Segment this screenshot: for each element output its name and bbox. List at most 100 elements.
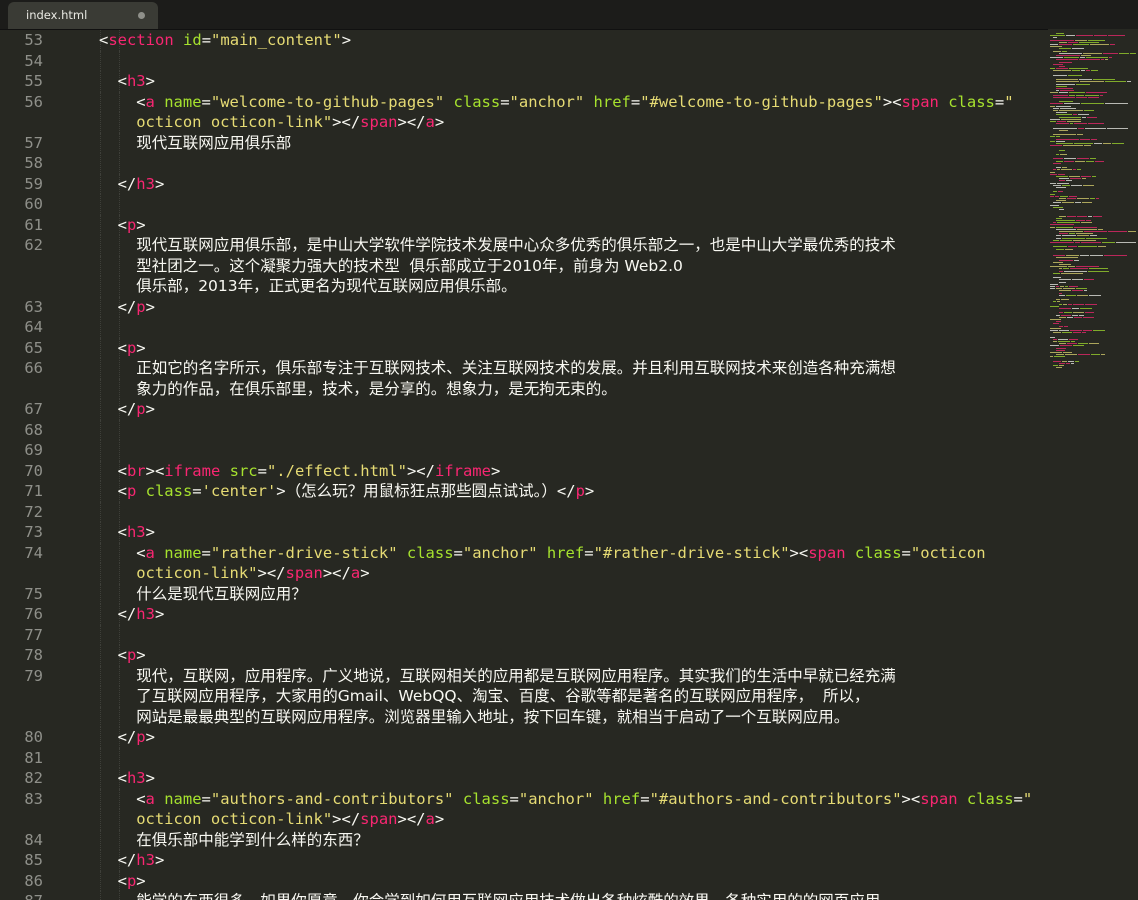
code-line[interactable]: 79 现代，互联网，应用程序。广义地说，互联网相关的应用都是互联网应用程序。其实我… [0,665,1048,686]
indent-guide [100,747,101,768]
minimap[interactable] [1048,29,1138,900]
code-line[interactable]: 俱乐部，2013年，正式更名为现代互联网应用俱乐部。 [0,276,1048,297]
minimap-stroke [1060,107,1076,109]
code-line[interactable]: 75 什么是现代互联网应用？ [0,583,1048,604]
minimap-stroke [1073,345,1084,347]
tab-bar: index.html [0,0,1138,30]
file-tab[interactable]: index.html [8,2,158,29]
minimap-stroke [1053,202,1061,204]
minimap-stroke [1075,160,1085,162]
indent-guide [100,50,101,71]
code-line[interactable]: 85 </h3> [0,850,1048,871]
minimap-stroke [1108,35,1125,37]
code-token-pun: > [136,871,146,890]
code-line[interactable]: 59 </h3> [0,173,1048,194]
code-line[interactable]: 73 <h3> [0,522,1048,543]
code-line[interactable]: 82 <h3> [0,768,1048,789]
code-token-tag: p [126,871,137,890]
code-line[interactable]: 网站是最最典型的互联网应用程序。浏览器里输入地址，按下回车键，就相当于启动了一个… [0,706,1048,727]
code-line[interactable]: 70 <br><iframe src="./effect.html"></ifra… [0,460,1048,481]
code-line[interactable]: 69 [0,440,1048,461]
code-line[interactable]: 56 <a name="welcome-to-github-pages" clas… [0,91,1048,112]
minimap-stroke [1059,180,1065,182]
code-line[interactable]: octicon octicon-link"></span></a> [0,809,1048,830]
code-line[interactable]: 84 在俱乐部中能学到什么样的东西？ [0,829,1048,850]
code-line[interactable]: 54 [0,50,1048,71]
indent-guide [100,624,101,645]
minimap-stroke [1056,286,1059,287]
code-line[interactable]: 62 现代互联网应用俱乐部，是中山大学软件学院技术发展中心众多优秀的俱乐部之一，也… [0,235,1048,256]
code-line[interactable]: 型社团之一。这个凝聚力强大的技术型 俱乐部成立于2010年，前身为 Web2.0 [0,255,1048,276]
minimap-stroke [1116,242,1136,243]
code-line[interactable]: 68 [0,419,1048,440]
minimap-stroke [1064,160,1074,162]
code-token-tag: p [126,646,137,664]
minimap-stroke [1064,312,1072,314]
unsaved-dot-icon[interactable] [138,12,145,19]
code-line[interactable]: 63 </p> [0,296,1048,317]
minimap-stroke [1058,173,1065,175]
minimap-stroke [1094,143,1102,144]
line-number: 56 [24,92,43,111]
code-line[interactable]: 72 [0,501,1048,522]
minimap-stroke [1050,145,1062,147]
code-token-pun: > [145,523,155,541]
code-token-pun: < [117,338,127,357]
code-line[interactable]: 67 </p> [0,399,1048,420]
code-token-str: "anchor" [518,789,594,808]
minimap-stroke [1053,206,1063,208]
code-line[interactable]: 58 [0,153,1048,174]
code-line[interactable]: 76 </h3> [0,604,1048,625]
code-line[interactable]: 53 <section id="main_content"> [0,30,1048,51]
code-line[interactable]: 60 [0,194,1048,215]
minimap-stroke [1056,33,1064,34]
code-line[interactable]: 61 <p> [0,214,1048,235]
minimap-stroke [1096,198,1099,199]
code-token-pun: </ [117,605,137,623]
code-editor[interactable]: 53 <section id="main_content"> 54 55 <h3> 56 <… [0,30,1048,900]
code-line[interactable]: 64 [0,317,1048,338]
minimap-stroke [1069,233,1075,235]
minimap-stroke [1050,266,1067,268]
minimap-stroke [1059,259,1073,261]
minimap-stroke [1073,169,1076,171]
code-text: <p> [118,645,146,666]
code-text: <section id="main_content"> [99,30,351,51]
minimap-stroke [1081,55,1091,56]
code-token-tag: span [901,92,939,111]
code-line[interactable]: 86 <p> [0,870,1048,891]
code-line[interactable]: 57 现代互联网应用俱乐部 [0,132,1048,153]
minimap-stroke [1062,50,1067,52]
code-line[interactable]: 66 正如它的名字所示，俱乐部专注于互联网技术、关注互联网技术的发展。并且利用互联… [0,358,1048,379]
code-line[interactable]: 55 <h3> [0,71,1048,92]
code-token-str: octicon octicon-link" [136,810,333,828]
code-token-attr: class [453,92,501,111]
code-line[interactable]: octicon-link"></span></a> [0,563,1048,584]
code-line[interactable]: 71 <p class='center'>（怎么玩？用鼠标狂点那些圆点试试。）</… [0,481,1048,502]
code-token-pun [155,790,164,808]
line-number: 53 [24,31,43,49]
code-line[interactable]: 了互联网应用程序，大家用的Gmail、WebQQ、淘宝、百度、谷歌等都是著名的互… [0,686,1048,707]
minimap-stroke [1050,242,1074,243]
code-line[interactable]: 象力的作品，在俱乐部里，技术，是分享的。想象力，是无拘无束的。 [0,378,1048,399]
minimap-stroke [1074,316,1082,318]
code-line[interactable]: 81 [0,747,1048,768]
indent-guide [100,645,101,666]
minimap-stroke [1082,116,1086,118]
minimap-stroke [1057,121,1066,122]
minimap-stroke [1059,44,1072,45]
code-token-pun: < [117,482,127,500]
code-line[interactable]: octicon octicon-link"></span></a> [0,112,1048,133]
code-line[interactable]: 65 <p> [0,337,1048,358]
minimap-stroke [1053,360,1061,362]
minimap-stroke [1086,70,1090,72]
code-token-tag: a [425,810,435,828]
code-token-pun: = [257,461,267,480]
code-line[interactable]: 77 [0,624,1048,645]
code-line[interactable]: 78 <p> [0,645,1048,666]
line-number: 59 [24,174,43,193]
code-line[interactable]: 87 能学的东西很多，如果你愿意，你会学到如何用互联网应用技术做出各种炫酷的效果，… [0,891,1048,900]
code-line[interactable]: 74 <a name="rather-drive-stick" class="an… [0,542,1048,563]
code-line[interactable]: 83 <a name="authors-and-contributors" cla… [0,788,1048,809]
code-line[interactable]: 80 </p> [0,727,1048,748]
